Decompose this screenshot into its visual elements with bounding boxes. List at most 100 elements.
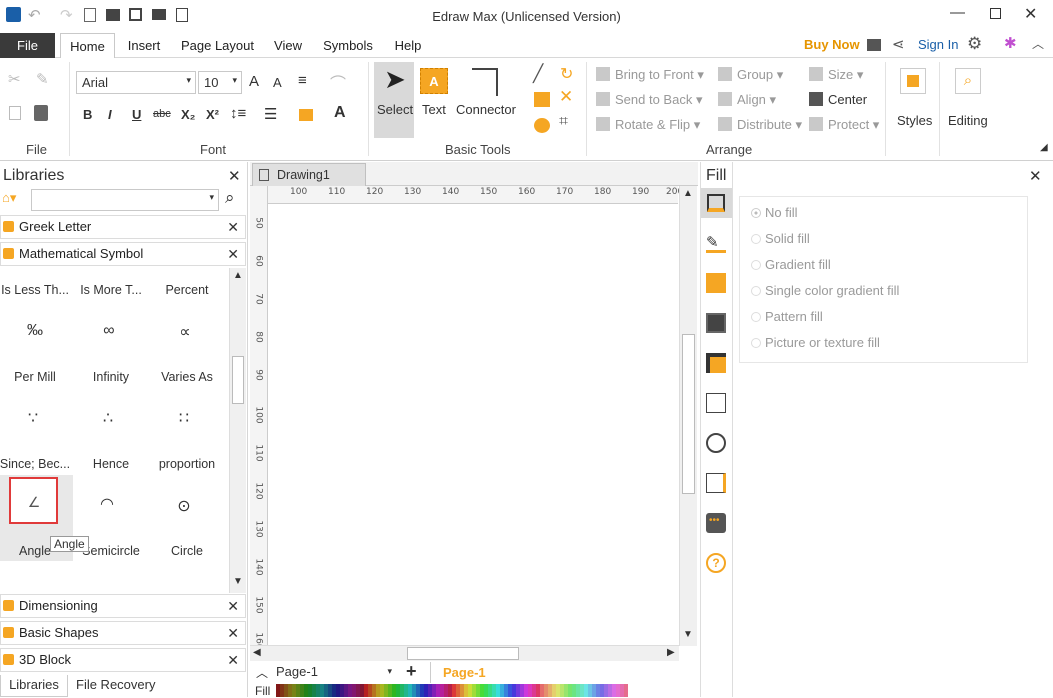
ellipse-tool-icon[interactable] (534, 118, 550, 133)
close-button[interactable]: ✕ (1024, 4, 1037, 24)
symbol-varies-as[interactable]: Varies As (149, 370, 225, 384)
search-icon[interactable]: ⌕ (225, 188, 235, 208)
circle-icon[interactable]: ⊙ (146, 496, 222, 516)
fill-option-gradient-fill[interactable]: Gradient fill (751, 257, 831, 272)
scroll-right-icon[interactable]: ▶ (667, 647, 675, 658)
center-button[interactable]: Center (809, 92, 867, 107)
bullets-icon[interactable]: ☰ (264, 105, 277, 123)
page-tab-active[interactable]: Page-1 (430, 662, 510, 683)
layers-icon[interactable] (706, 353, 726, 373)
tab-home[interactable]: Home (60, 33, 115, 59)
proportion-icon[interactable]: ∷ (146, 408, 222, 428)
protect-button[interactable]: Protect ▾ (809, 117, 879, 133)
connector-tool-label[interactable]: Connector (456, 102, 516, 117)
symbol-proportion[interactable]: proportion (149, 457, 225, 471)
add-page-icon[interactable]: + (406, 661, 417, 682)
share-icon[interactable]: ⋖ (892, 35, 905, 53)
scroll-up-icon[interactable]: ▲ (233, 270, 243, 281)
since-because-icon[interactable]: ∵ (0, 408, 71, 428)
symbol-circle[interactable]: Circle (149, 544, 225, 558)
minimize-button[interactable]: — (950, 4, 965, 21)
comment-icon[interactable]: ••• (706, 513, 726, 533)
styles-button[interactable]: Styles (897, 113, 932, 128)
editing-button[interactable]: Editing (948, 113, 988, 128)
varies-as-icon[interactable]: ∝ (147, 322, 223, 342)
library-group-basic-shapes[interactable]: Basic Shapes ✕ (0, 621, 246, 645)
line-tool-icon[interactable]: ╱ (533, 64, 543, 84)
symbol-infinity[interactable]: Infinity (73, 370, 149, 384)
scroll-thumb[interactable] (682, 334, 695, 494)
expand-ribbon-icon[interactable]: ◢ (1040, 142, 1048, 153)
font-size-select[interactable]: 10 ▾ (198, 71, 242, 94)
line-spacing-icon[interactable]: ↕≡ (230, 105, 246, 122)
font-name-select[interactable]: Arial ▾ (76, 71, 196, 94)
close-icon[interactable]: ✕ (227, 649, 239, 671)
connector-tool-icon[interactable] (472, 68, 498, 96)
tab-insert[interactable]: Insert (120, 33, 168, 58)
text-tool-label[interactable]: Text (422, 102, 446, 117)
shadow-icon[interactable] (706, 273, 726, 293)
scroll-down-icon[interactable]: ▼ (683, 629, 693, 640)
page-properties-icon[interactable] (706, 393, 726, 413)
library-home-icon[interactable]: ⌂▾ (2, 190, 16, 206)
send-to-back-button[interactable]: Send to Back ▾ (596, 92, 702, 108)
semicircle-icon[interactable]: ◠ (69, 494, 145, 514)
fill-option-picture-texture[interactable]: Picture or texture fill (751, 335, 880, 350)
image-icon[interactable] (706, 313, 726, 333)
close-icon[interactable]: ✕ (227, 216, 239, 238)
library-scrollbar[interactable]: ▲ ▼ (229, 268, 246, 593)
tab-help[interactable]: Help (388, 33, 428, 58)
align-text-icon[interactable]: ≡ (298, 72, 307, 89)
scroll-thumb[interactable] (232, 356, 244, 404)
apps-icon[interactable]: ✱ (1004, 34, 1017, 52)
symbol-since-because[interactable]: Since; Bec... (0, 457, 73, 471)
format-painter-icon[interactable]: ✎ (36, 70, 49, 88)
line-style-icon[interactable]: ✎ (706, 233, 726, 253)
settings-gear-icon[interactable]: ⚙ (967, 34, 982, 54)
grow-font-icon[interactable]: A (249, 73, 259, 90)
size-button[interactable]: Size ▾ (809, 67, 863, 83)
angle-icon[interactable]: ∠ (0, 494, 72, 511)
maximize-button[interactable] (990, 8, 1001, 19)
collapse-ribbon-icon[interactable]: ︿ (1032, 35, 1044, 52)
crop-tool-icon[interactable]: ⌗ (559, 113, 568, 131)
scroll-up-icon[interactable]: ▲ (683, 188, 693, 199)
editing-search-icon[interactable]: ⌕ (955, 68, 981, 94)
symbol-hence[interactable]: Hence (73, 457, 149, 471)
arc-tool-icon[interactable]: ↻ (560, 64, 573, 84)
strikethrough-icon[interactable]: abc (153, 108, 171, 120)
scroll-thumb[interactable] (407, 647, 519, 660)
fill-option-single-color-gradient[interactable]: Single color gradient fill (751, 283, 899, 298)
superscript-icon[interactable]: X² (206, 107, 219, 122)
libraries-close-icon[interactable]: ✕ (228, 167, 241, 185)
fill-panel-close-icon[interactable]: ✕ (1029, 167, 1042, 185)
file-recovery-tab[interactable]: File Recovery (76, 677, 155, 692)
canvas-vertical-scrollbar[interactable]: ▲ ▼ (679, 186, 697, 646)
symbol-per-mill[interactable]: Per Mill (0, 370, 73, 384)
library-group-3d-block[interactable]: 3D Block ✕ (0, 648, 246, 672)
symbol-is-more-than[interactable]: Is More T... (73, 283, 149, 297)
drawing-canvas[interactable] (268, 204, 678, 646)
align-button[interactable]: Align ▾ (718, 92, 776, 108)
cross-tool-icon[interactable]: ✕ (559, 87, 573, 107)
document-tab[interactable]: Drawing1 (252, 163, 366, 187)
hence-icon[interactable]: ∴ (70, 408, 146, 428)
account-icon[interactable] (867, 39, 881, 51)
library-group-greek-letter[interactable]: Greek Letter ✕ (0, 215, 246, 239)
tab-page-layout[interactable]: Page Layout (175, 33, 260, 58)
buy-now-link[interactable]: Buy Now (804, 37, 860, 52)
help-icon[interactable]: ? (706, 553, 726, 573)
fill-option-solid-fill[interactable]: Solid fill (751, 231, 810, 246)
color-swatch[interactable] (624, 684, 628, 697)
fill-option-pattern-fill[interactable]: Pattern fill (751, 309, 823, 324)
shrink-font-icon[interactable]: A (273, 75, 282, 90)
fill-icon[interactable] (701, 188, 732, 218)
page-nav-up-icon[interactable]: ︿ (256, 664, 268, 681)
bring-to-front-button[interactable]: Bring to Front ▾ (596, 67, 704, 83)
sign-in-link[interactable]: Sign In (918, 37, 958, 52)
text-shape-icon[interactable]: ⌒ (330, 70, 346, 94)
library-search-input[interactable]: ▾ (31, 189, 219, 211)
page-select[interactable]: Page-1 ▾ (276, 664, 394, 682)
tab-view[interactable]: View (268, 33, 308, 58)
scroll-down-icon[interactable]: ▼ (233, 576, 243, 587)
